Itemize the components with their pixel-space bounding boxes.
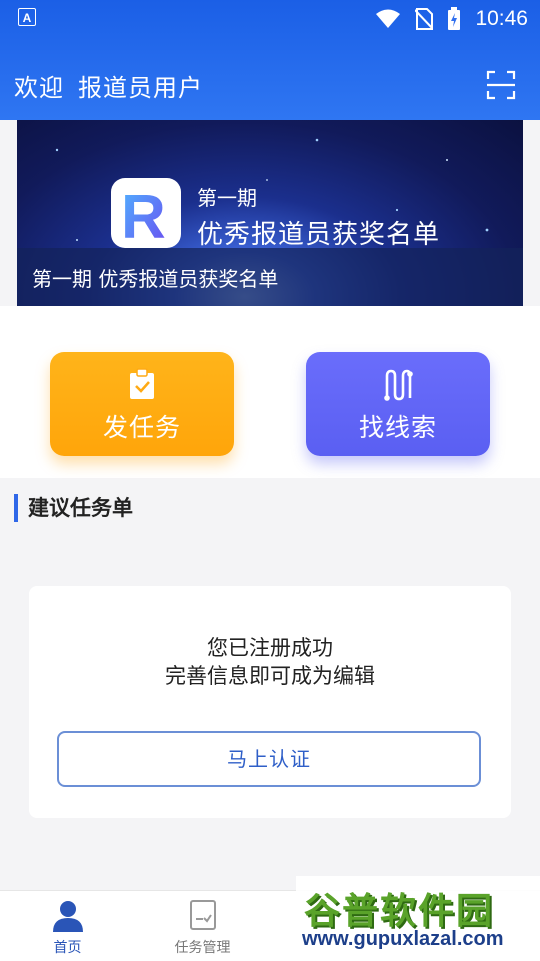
banner-issue: 第一期 — [197, 186, 257, 210]
app-logo: R — [111, 178, 181, 252]
tab-task-management-label: 任务管理 — [174, 940, 231, 956]
register-notice-card: 您已注册成功 完善信息即可成为编辑 马上认证 — [29, 586, 511, 818]
logo-letter: R — [121, 183, 166, 248]
status-icons: 10:46 — [375, 6, 528, 32]
no-sim-icon — [415, 8, 434, 30]
section-title: 建议任务单 — [14, 494, 133, 522]
site-watermark: 谷普软件园 www.gupuxlazal.com — [296, 876, 540, 960]
notice-line-2: 完善信息即可成为编辑 — [165, 664, 375, 688]
find-clue-button[interactable]: 找线索 — [306, 352, 490, 456]
banner-caption-text: 第一期 优秀报道员获奖名单 — [32, 267, 279, 291]
post-task-button[interactable]: 发任务 — [50, 352, 234, 456]
clipboard-check-icon — [130, 368, 154, 399]
clock-time: 10:46 — [475, 7, 528, 30]
app-notification-icon: A — [18, 8, 36, 26]
find-clue-label: 找线索 — [358, 413, 437, 442]
scan-icon[interactable] — [486, 70, 516, 100]
tab-home-label: 首页 — [53, 940, 82, 956]
watermark-url: www.gupuxlazal.com — [302, 928, 504, 950]
notice-line-1: 您已注册成功 — [207, 636, 333, 660]
route-icon — [384, 369, 413, 401]
promo-banner[interactable]: R 第一期 优秀报道员获奖名单 第一期 优秀报道员获奖名单 — [17, 120, 523, 306]
task-list-icon — [189, 900, 216, 930]
greeting-text: 欢迎 — [14, 74, 64, 102]
battery-charging-icon — [448, 7, 461, 30]
wifi-icon — [376, 9, 401, 28]
home-user-icon — [52, 901, 83, 932]
banner-caption: 第一期 优秀报道员获奖名单 — [17, 248, 523, 306]
tab-home[interactable]: 首页 — [0, 891, 135, 961]
status-bar: A 10:46 — [0, 0, 540, 38]
tab-task-management[interactable]: 任务管理 — [135, 891, 270, 961]
banner-headline: 优秀报道员获奖名单 — [197, 220, 441, 250]
welcome-title: 欢迎 报道员用户 — [14, 68, 203, 103]
watermark-title: 谷普软件园 — [304, 891, 495, 932]
user-name-text: 报道员用户 — [78, 74, 203, 102]
verify-now-button[interactable]: 马上认证 — [57, 731, 481, 787]
post-task-label: 发任务 — [102, 413, 181, 442]
header-bar: A 10:46 欢迎 报道员用户 — [0, 0, 540, 120]
